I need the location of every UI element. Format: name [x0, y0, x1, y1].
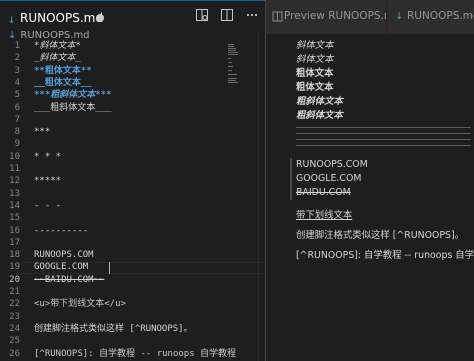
code-line[interactable]: 创建脚注格式类似这样 [^RUNOOPS]。	[34, 323, 193, 335]
line-number: 4	[14, 77, 20, 88]
minimap[interactable]	[228, 44, 244, 84]
markdown-file-icon: ↓	[8, 12, 16, 26]
line-number: 23	[9, 311, 20, 322]
code-line[interactable]: [^RUNOOPS]: 自学教程 -- runoops 自学教程	[34, 348, 236, 360]
line-number: 12	[9, 176, 20, 187]
line-number: 9	[14, 139, 20, 150]
line-number: 21	[9, 287, 20, 297]
line-number: 8	[14, 127, 20, 138]
line-number: 6	[14, 102, 20, 113]
tab-title: RUNOOPS.md	[20, 11, 103, 25]
blockquote-bar	[290, 158, 292, 200]
line-number: 1	[14, 41, 20, 51]
preview-tab-bar: Preview RUNOOPS.md ↓ RUNOOPS.md	[266, 0, 474, 34]
editor-pane[interactable]: ↓ RUNOOPS.md ↓ RUNOOPS.md 1 *斜体文本* 2 _斜体文本_ 3…	[0, 0, 265, 361]
code-line[interactable]: ----------	[34, 225, 88, 237]
code-line[interactable]: * * *	[34, 151, 61, 163]
split-editor-icon[interactable]	[220, 8, 234, 22]
code-line[interactable]: *****	[34, 175, 61, 187]
code-line[interactable]: RUNOOPS.COM	[34, 249, 94, 261]
line-number: 13	[9, 188, 20, 199]
more-actions-icon[interactable]	[245, 8, 259, 22]
horizontal-rule	[296, 139, 471, 140]
line-number: 5	[14, 90, 20, 101]
preview-bold-italic-2: 粗斜体文本	[296, 110, 343, 121]
line-number: 19	[9, 262, 20, 273]
preview-bold-2: 粗体文本	[296, 82, 334, 93]
preview-bold-1: 粗体文本	[296, 68, 334, 79]
horizontal-rule	[296, 145, 471, 146]
horizontal-rule	[296, 127, 471, 128]
line-number: 3	[14, 65, 20, 76]
preview-footnote-def: [^RUNOOPS]: 自学教程 -- runoops 自学教程	[296, 250, 474, 261]
preview-icon	[272, 11, 283, 25]
line-number: 10	[9, 151, 20, 162]
preview-quote-line-1: RUNOOPS.COM	[296, 159, 368, 170]
line-number: 26	[9, 348, 20, 359]
preview-underline-text: 带下划线文本	[296, 210, 353, 221]
line-number: 24	[9, 323, 20, 334]
line-number: 22	[9, 299, 20, 310]
preview-italic-2: 斜体文本	[296, 54, 334, 65]
preview-italic-1: 斜体文本	[296, 40, 334, 51]
code-line[interactable]: ~~BAIDU.COM~~	[34, 274, 104, 286]
line-number: 18	[9, 250, 20, 261]
line-number: 16	[9, 225, 20, 236]
tab-runoops-md-2[interactable]: ↓ RUNOOPS.md	[386, 0, 474, 34]
tab-title: Preview RUNOOPS.md	[284, 10, 401, 22]
line-number: 20	[9, 274, 20, 285]
text-cursor	[109, 262, 110, 274]
preview-quote-line-2: GOOGLE.COM	[296, 173, 362, 184]
code-line[interactable]: <u>带下划线文本</u>	[34, 298, 126, 310]
line-number: 14	[9, 200, 20, 211]
code-line[interactable]: **粗体文本**	[34, 65, 92, 77]
code-line[interactable]: GOOGLE.COM	[34, 261, 88, 273]
code-line[interactable]: _斜体文本_	[34, 52, 81, 64]
code-line[interactable]: - - -	[34, 200, 61, 212]
line-number: 17	[9, 237, 20, 248]
code-line[interactable]: *斜体文本*	[34, 40, 81, 52]
line-number: 2	[14, 53, 20, 64]
code-line[interactable]: ***	[34, 126, 50, 138]
code-line[interactable]: __粗体文本__	[34, 77, 92, 89]
editor-tab-bar: ↓ RUNOOPS.md	[0, 0, 265, 34]
code-line[interactable]: ***粗斜体文本***	[34, 89, 112, 101]
line-number: 15	[9, 213, 20, 224]
line-number: 11	[9, 164, 20, 174]
preview-quote-line-3: BAIDU.COM	[296, 187, 351, 198]
line-number: 7	[14, 114, 20, 125]
horizontal-rule	[296, 133, 471, 134]
preview-footnote-ref: 创建脚注格式类似这样 [^RUNOOPS]。	[296, 230, 465, 241]
open-preview-icon[interactable]	[195, 8, 209, 22]
code-line[interactable]: ___粗斜体文本___	[34, 102, 112, 114]
preview-bold-italic-1: 粗斜体文本	[296, 96, 343, 107]
tab-preview-runoops[interactable]: Preview RUNOOPS.md	[266, 0, 401, 34]
line-number: 25	[9, 336, 20, 347]
markdown-file-icon: ↓	[395, 11, 404, 22]
tab-title: RUNOOPS.md	[407, 10, 474, 22]
unsaved-dot-icon[interactable]	[96, 14, 104, 22]
preview-pane[interactable]: Preview RUNOOPS.md ↓ RUNOOPS.md 斜体文本 斜体文…	[266, 0, 474, 361]
